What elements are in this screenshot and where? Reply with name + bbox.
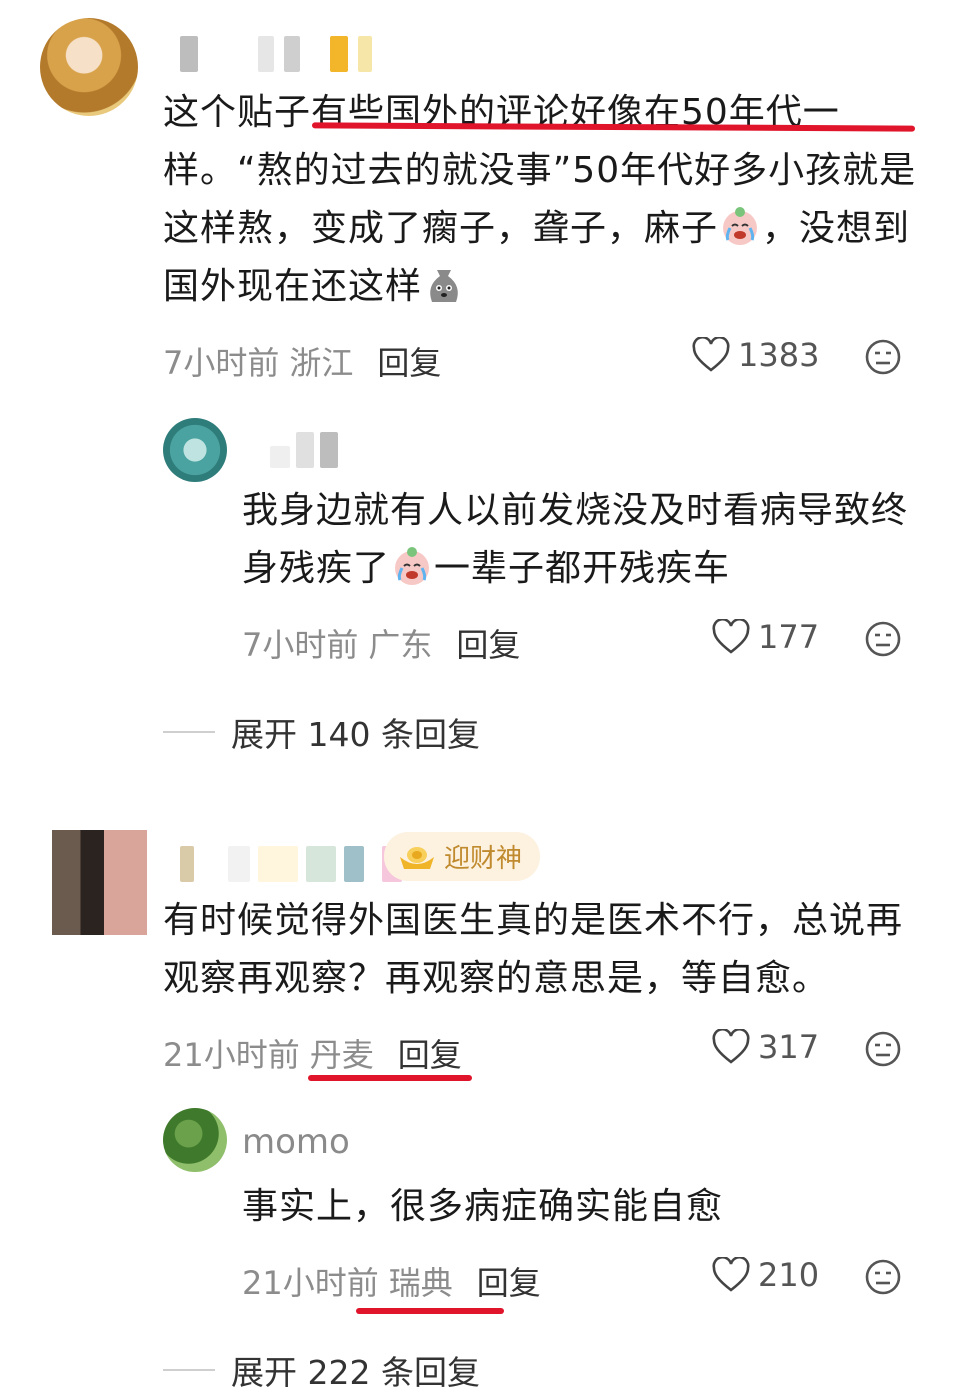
location: 广东 [368, 626, 433, 664]
avatar[interactable] [163, 1108, 227, 1172]
avatar[interactable] [40, 18, 138, 116]
emoji-react-icon[interactable] [864, 1030, 902, 1068]
reply-button[interactable]: 回复 [377, 344, 441, 382]
heart-outline-icon [712, 1257, 750, 1292]
comment-meta: 7小时前 浙江 回复 [163, 338, 441, 384]
expand-label: 展开 222 条回复 [231, 1353, 480, 1392]
emoji-react-icon[interactable] [864, 338, 902, 376]
comment-text: 有时候觉得外国医生真的是医术不行，总说再观察再观察？再观察的意思是，等自愈。 [163, 900, 904, 999]
reply-meta: 21小时前 瑞典 回复 [242, 1258, 541, 1304]
expand-replies-button[interactable]: 展开 222 条回复 [163, 1346, 480, 1394]
like-button[interactable]: 177 [712, 618, 819, 656]
reply-text: 我身边就有人以前发烧没及时看病导致终身残疾了 一辈子都开残疾车 [242, 482, 922, 598]
expand-replies-button[interactable]: 展开 140 条回复 [163, 708, 480, 756]
gold-ingot-icon [400, 846, 434, 869]
annotation-underline [308, 1075, 472, 1081]
heart-outline-icon [712, 1029, 750, 1064]
badge-label: 迎财神 [444, 844, 523, 874]
reply-button[interactable]: 回复 [477, 1264, 541, 1302]
sack-emoji-icon [422, 262, 466, 306]
avatar[interactable] [52, 830, 147, 935]
expand-label: 展开 140 条回复 [231, 715, 480, 754]
username-redacted[interactable] [180, 846, 402, 882]
heart-outline-icon [712, 619, 750, 654]
timestamp: 21小时前 [242, 1264, 379, 1302]
username-redacted[interactable] [270, 432, 338, 468]
reply-text: 事实上，很多病症确实能自愈 [242, 1186, 724, 1227]
timestamp: 21小时前 [163, 1036, 300, 1074]
like-button[interactable]: 210 [712, 1256, 819, 1294]
like-count: 177 [758, 618, 820, 656]
crying-emoji-icon [718, 204, 762, 248]
like-button[interactable]: 1383 [692, 336, 819, 374]
heart-outline-icon [692, 337, 730, 372]
reply-button[interactable]: 回复 [456, 626, 520, 664]
like-count: 210 [758, 1256, 820, 1294]
like-button[interactable]: 317 [712, 1028, 819, 1066]
comment-text: 这个贴子有些国外的评论好像在50年代一样。“熬的过去的就没事”50年代好多小孩就… [163, 84, 923, 316]
comment-meta: 21小时前 丹麦 回复 [163, 1030, 462, 1076]
avatar[interactable] [163, 418, 227, 482]
timestamp: 7小时前 [163, 344, 280, 382]
reply-meta: 7小时前 广东 回复 [242, 620, 520, 666]
annotation-underline [356, 1308, 504, 1314]
timestamp: 7小时前 [242, 626, 359, 664]
username-redacted[interactable] [180, 36, 372, 72]
location: 浙江 [289, 344, 354, 382]
like-count: 1383 [738, 336, 820, 374]
reply-text-part: 一辈子都开残疾车 [434, 548, 731, 589]
reply-username[interactable]: momo [242, 1122, 350, 1162]
like-count: 317 [758, 1028, 820, 1066]
divider [163, 731, 215, 733]
emoji-react-icon[interactable] [864, 1258, 902, 1296]
emoji-react-icon[interactable] [864, 620, 902, 658]
location: 丹麦 [309, 1036, 374, 1074]
location: 瑞典 [388, 1264, 453, 1302]
divider [163, 1369, 215, 1371]
crying-emoji-icon [390, 544, 434, 588]
user-badge[interactable]: 迎财神 [384, 832, 541, 881]
reply-button[interactable]: 回复 [398, 1036, 462, 1074]
